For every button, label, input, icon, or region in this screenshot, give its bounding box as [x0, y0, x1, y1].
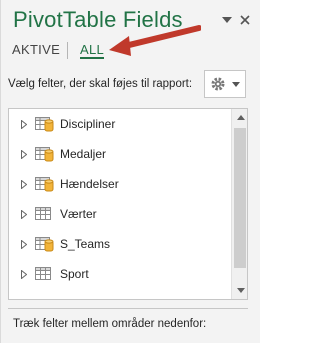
field-row-vaerter[interactable]: Værter	[9, 199, 231, 229]
expand-triangle-icon[interactable]	[15, 109, 33, 139]
tab-all[interactable]: ALL	[80, 42, 105, 59]
field-label: Sport	[60, 267, 89, 281]
pane-options-button[interactable]	[219, 12, 235, 28]
section-divider	[8, 308, 248, 309]
table-with-cylinder-icon	[35, 116, 57, 132]
chevron-up-icon	[236, 115, 245, 120]
field-row-s-teams[interactable]: S_Teams	[9, 229, 231, 259]
chevron-down-icon	[232, 81, 240, 87]
chevron-down-icon	[222, 17, 232, 23]
field-list-tools-button[interactable]	[204, 70, 246, 98]
field-label: Hændelser	[60, 177, 119, 191]
expand-triangle-icon[interactable]	[15, 169, 33, 199]
scroll-down-button[interactable]	[232, 282, 247, 299]
tab-separator	[67, 42, 68, 59]
scrollbar-thumb[interactable]	[234, 128, 246, 268]
pivot-field-list-pane: PivotTable Fields AKTIVE ALL Vælg felter…	[0, 0, 260, 343]
expand-triangle-icon[interactable]	[15, 199, 33, 229]
expand-triangle-icon[interactable]	[15, 229, 33, 259]
field-row-discipliner[interactable]: Discipliner	[9, 109, 231, 139]
chevron-down-icon	[236, 288, 245, 293]
field-row-sport[interactable]: Sport	[9, 259, 231, 289]
vertical-scrollbar[interactable]	[231, 109, 247, 299]
gear-icon	[211, 77, 225, 91]
table-with-cylinder-icon	[35, 146, 57, 162]
close-icon	[240, 15, 250, 25]
field-row-medaljer[interactable]: Medaljer	[9, 139, 231, 169]
tab-aktive[interactable]: AKTIVE	[12, 42, 60, 57]
expand-triangle-icon[interactable]	[15, 259, 33, 289]
table-icon	[35, 206, 57, 222]
scroll-up-button[interactable]	[232, 109, 247, 126]
drag-fields-label: Træk felter mellem områder nedenfor:	[13, 318, 207, 330]
field-label: Værter	[60, 207, 97, 221]
field-label: Discipliner	[60, 117, 116, 131]
expand-triangle-icon[interactable]	[15, 139, 33, 169]
close-button[interactable]	[237, 12, 253, 28]
field-label: S_Teams	[60, 237, 111, 251]
field-row-haendelser[interactable]: Hændelser	[9, 169, 231, 199]
choose-fields-label: Vælg felter, der skal føjes til rapport:	[8, 78, 193, 90]
annotation-arrow-icon	[109, 25, 201, 56]
field-list: Discipliner Medaljer Hændelser Værter S_…	[8, 108, 248, 300]
table-with-cylinder-icon	[35, 176, 57, 192]
table-icon	[35, 266, 57, 282]
field-label: Medaljer	[60, 147, 107, 161]
table-with-cylinder-icon	[35, 236, 57, 252]
